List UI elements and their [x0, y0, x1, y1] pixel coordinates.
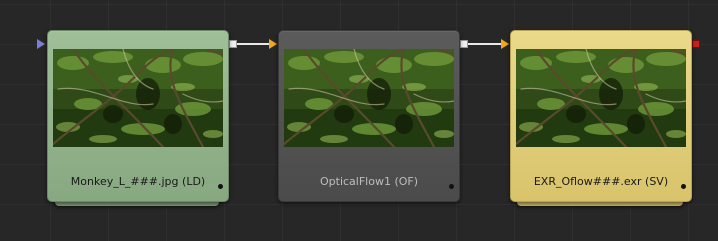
node-corner-dot-icon [681, 184, 686, 189]
opticalflow-input-arrow-icon[interactable] [269, 39, 277, 49]
connection-loader-to-opticalflow[interactable] [237, 43, 269, 45]
loader-output-port[interactable] [229, 40, 237, 48]
loader-thumbnail [53, 49, 223, 147]
saver-output-port[interactable] [692, 40, 700, 48]
opticalflow-output-port[interactable] [460, 40, 468, 48]
node-corner-dot-icon [449, 184, 454, 189]
node-label: Monkey_L_###.jpg (LD) [70, 175, 206, 188]
opticalflow-thumbnail [284, 49, 454, 147]
flow-view[interactable]: Monkey_L_###.jpg (LD) OpticalFlow1 (OF) … [0, 0, 718, 241]
node-opticalflow[interactable]: OpticalFlow1 (OF) [278, 30, 460, 202]
saver-thumbnail [516, 49, 686, 147]
input-arrow-icon [37, 39, 45, 49]
node-label: OpticalFlow1 (OF) [319, 175, 419, 188]
saver-input-arrow-icon[interactable] [501, 39, 509, 49]
node-loader[interactable]: Monkey_L_###.jpg (LD) [47, 30, 229, 202]
node-label: EXR_Oflow###.exr (SV) [533, 175, 669, 188]
connection-opticalflow-to-saver[interactable] [468, 43, 501, 45]
node-corner-dot-icon [218, 184, 223, 189]
node-saver[interactable]: EXR_Oflow###.exr (SV) [510, 30, 692, 202]
